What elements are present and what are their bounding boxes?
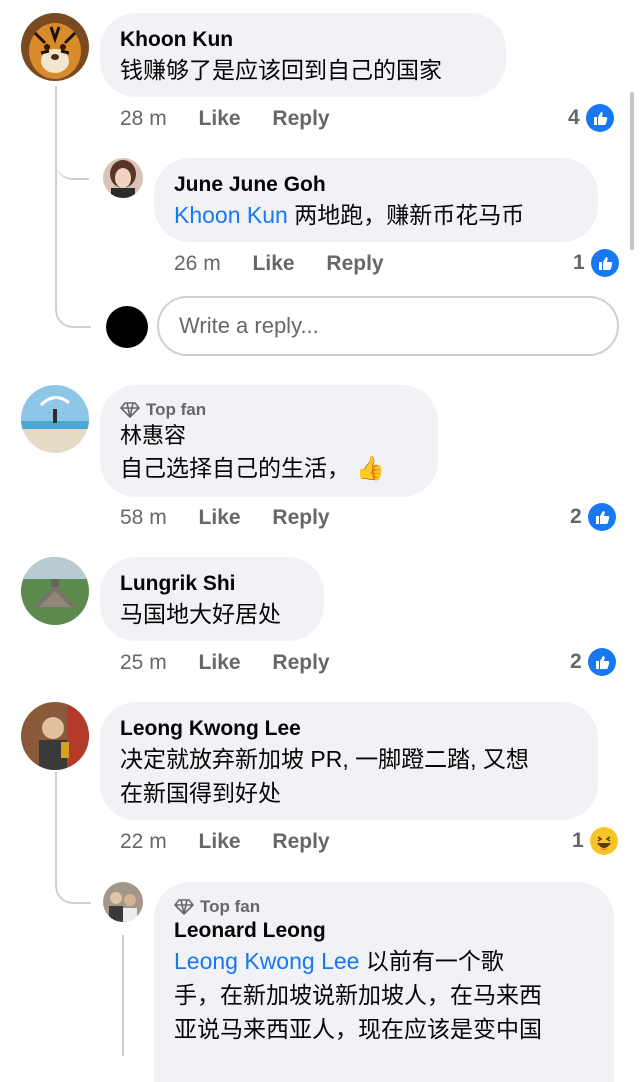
avatar[interactable] <box>21 702 89 770</box>
like-icon <box>587 503 616 531</box>
reaction-summary[interactable]: 2 <box>570 503 616 531</box>
tiger-avatar-image <box>21 13 89 81</box>
comment-bubble: Lungrik Shi 马国地大好居处 <box>100 557 324 641</box>
comment-bubble: Top fan Leonard Leong Leong Kwong Lee 以前… <box>154 882 614 1082</box>
comment-timestamp[interactable]: 58 m <box>120 506 167 529</box>
avatar[interactable] <box>103 158 143 198</box>
comment-bubble: Top fan 林惠容 自己选择自己的生活， 👍 <box>100 385 438 497</box>
group-avatar-image <box>103 882 143 922</box>
like-button[interactable]: Like <box>199 651 241 674</box>
avatar[interactable] <box>21 557 89 625</box>
reply-button[interactable]: Reply <box>272 506 329 529</box>
comment-actions: 58 m Like Reply <box>120 506 356 530</box>
scrollbar[interactable] <box>630 92 634 250</box>
diamond-icon <box>120 402 140 418</box>
reply-button[interactable]: Reply <box>272 651 329 674</box>
comment-text-line: 手，在新加坡说新加坡人，在马来西 <box>174 982 542 1008</box>
like-button[interactable]: Like <box>253 252 295 275</box>
reaction-summary[interactable]: 4 <box>568 104 614 132</box>
comment-author[interactable]: 林惠容 <box>120 421 418 451</box>
temple-avatar-image <box>21 557 89 625</box>
comment-timestamp[interactable]: 26 m <box>174 252 221 275</box>
comment-text-line: 亚说马来西亚人，现在应该是变中国 <box>174 1016 542 1042</box>
haha-icon <box>589 827 618 855</box>
avatar[interactable] <box>21 13 89 81</box>
thread-connector <box>55 772 91 904</box>
comment-timestamp[interactable]: 28 m <box>120 107 167 130</box>
reaction-summary[interactable]: 1 <box>573 249 619 277</box>
comment-text: 钱赚够了是应该回到自己的国家 <box>120 57 442 83</box>
comment-bubble: Leong Kwong Lee 决定就放弃新加坡 PR, 一脚蹬二踏, 又想 在… <box>100 702 598 820</box>
reply-input[interactable]: Write a reply... <box>157 296 619 356</box>
like-icon <box>587 648 616 676</box>
comment-text: Khoon Kun 两地跑，赚新币花马币 <box>174 202 525 228</box>
comment-text: 马国地大好居处 <box>120 601 281 627</box>
comment-author[interactable]: Lungrik Shi <box>120 571 304 597</box>
reply-button[interactable]: Reply <box>272 830 329 853</box>
like-button[interactable]: Like <box>199 506 241 529</box>
reaction-count: 2 <box>570 505 582 528</box>
reply-button[interactable]: Reply <box>272 107 329 130</box>
comment-actions: 28 m Like Reply <box>120 107 356 131</box>
like-button[interactable]: Like <box>199 830 241 853</box>
comment-text-line: 在新国得到好处 <box>120 780 281 806</box>
comment-text-line: Leong Kwong Lee 以前有一个歌 <box>174 948 504 974</box>
mention-link[interactable]: Leong Kwong Lee <box>174 948 359 974</box>
reply-placeholder: Write a reply... <box>179 313 319 338</box>
comment-bubble: Khoon Kun 钱赚够了是应该回到自己的国家 <box>100 13 506 97</box>
like-icon <box>585 104 614 132</box>
comment-actions: 25 m Like Reply <box>120 651 356 675</box>
comment-timestamp[interactable]: 25 m <box>120 651 167 674</box>
comment-timestamp[interactable]: 22 m <box>120 830 167 853</box>
person-avatar-image <box>21 702 89 770</box>
avatar[interactable] <box>103 882 143 922</box>
reaction-summary[interactable]: 1 <box>572 827 618 855</box>
beach-avatar-image <box>21 385 89 453</box>
comment-author[interactable]: Leonard Leong <box>174 918 594 944</box>
reaction-count: 1 <box>573 251 585 274</box>
reaction-summary[interactable]: 2 <box>570 648 616 676</box>
thread-connector <box>55 86 91 328</box>
comment-author[interactable]: Leong Kwong Lee <box>120 716 578 742</box>
diamond-icon <box>174 899 194 915</box>
top-fan-badge[interactable]: Top fan <box>174 896 594 918</box>
reply-button[interactable]: Reply <box>326 252 383 275</box>
person-avatar-image <box>103 158 143 198</box>
comment-bubble: June June Goh Khoon Kun 两地跑，赚新币花马币 <box>154 158 598 242</box>
thumbs-up-emoji: 👍 <box>356 455 386 481</box>
comment-author[interactable]: Khoon Kun <box>120 27 486 53</box>
comment-author[interactable]: June June Goh <box>174 172 578 198</box>
reaction-count: 1 <box>572 829 584 852</box>
like-button[interactable]: Like <box>199 107 241 130</box>
comment-actions: 22 m Like Reply <box>120 830 356 854</box>
top-fan-badge[interactable]: Top fan <box>120 399 418 421</box>
mention-link[interactable]: Khoon Kun <box>174 202 288 228</box>
comment-text: 自己选择自己的生活， 👍 <box>120 455 386 481</box>
current-user-avatar <box>106 306 148 348</box>
thread-line <box>122 935 124 1056</box>
avatar[interactable] <box>21 385 89 453</box>
comment-text-line: 决定就放弃新加坡 PR, 一脚蹬二踏, 又想 <box>120 746 529 772</box>
like-icon <box>590 249 619 277</box>
reaction-count: 4 <box>568 106 580 129</box>
reaction-count: 2 <box>570 650 582 673</box>
comment-actions: 26 m Like Reply <box>174 252 410 276</box>
